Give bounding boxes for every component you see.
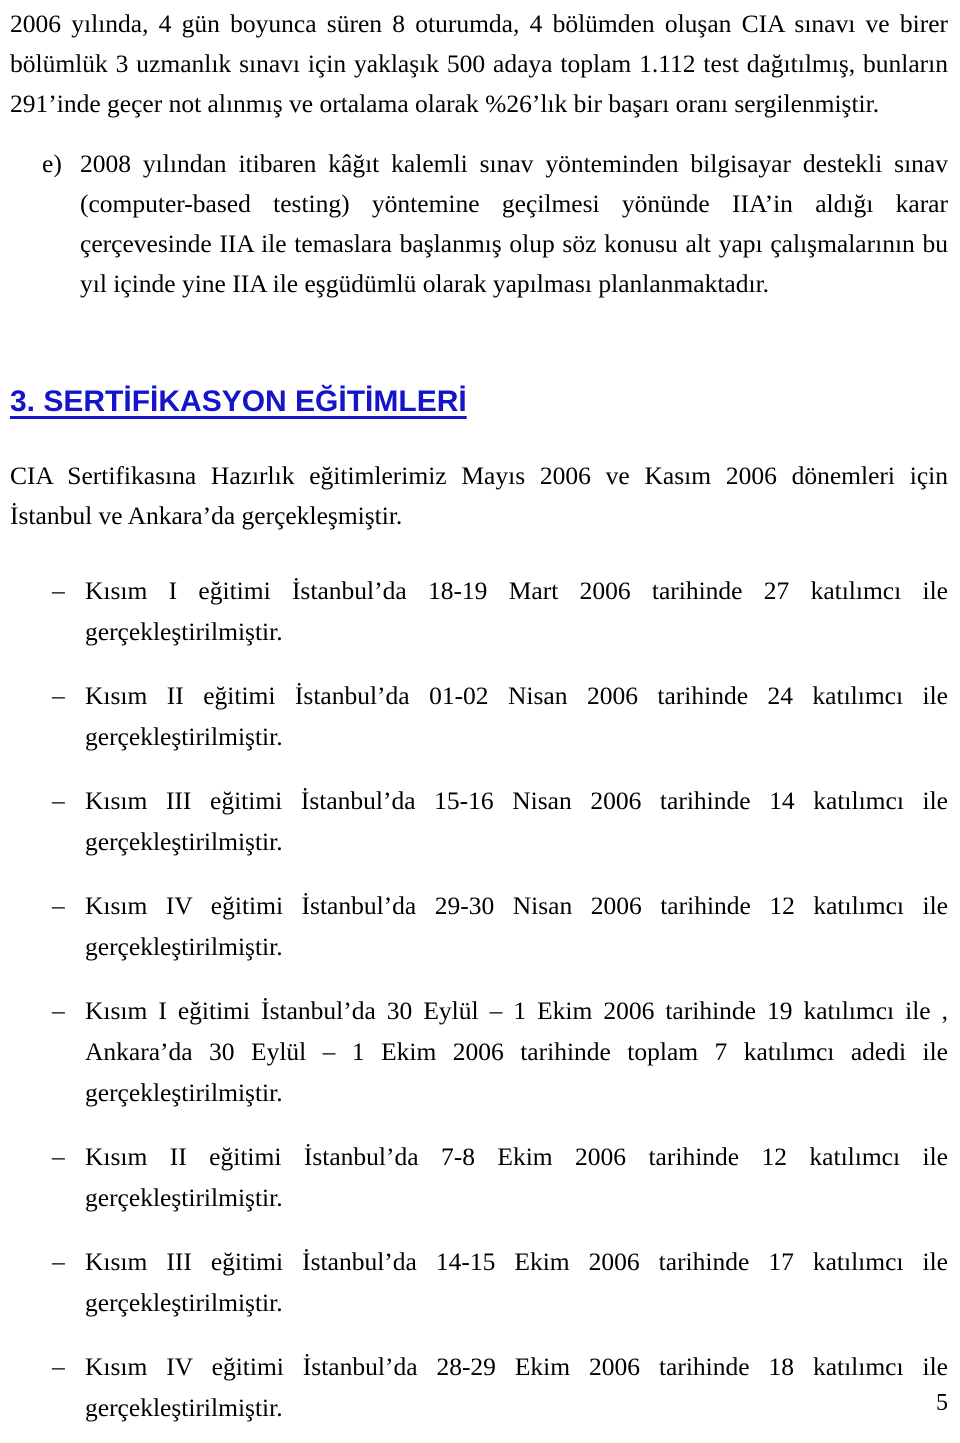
- dash-bullet-icon: –: [52, 576, 65, 605]
- list-item-text: Kısım II eğitimi İstanbul’da 7-8 Ekim 20…: [85, 1142, 948, 1212]
- list-item: – Kısım I eğitimi İstanbul’da 30 Eylül –…: [52, 990, 948, 1113]
- list-item: – Kısım I eğitimi İstanbul’da 18-19 Mart…: [52, 570, 948, 652]
- list-item-text: Kısım II eğitimi İstanbul’da 01-02 Nisan…: [85, 681, 948, 751]
- dash-bullet-icon: –: [52, 1352, 65, 1381]
- lettered-list: e) 2008 yılından itibaren kâğıt kalemli …: [10, 144, 948, 304]
- dash-bullet-icon: –: [52, 786, 65, 815]
- list-item-text: Kısım IV eğitimi İstanbul’da 28-29 Ekim …: [85, 1352, 948, 1422]
- section-heading-wrapper: 3. SERTİFİKASYON EĞİTİMLERİ: [10, 382, 948, 422]
- list-marker: e): [42, 149, 62, 178]
- dash-bullet-icon: –: [52, 681, 65, 710]
- dash-bullet-icon: –: [52, 996, 65, 1025]
- section-lead-paragraph: CIA Sertifikasına Hazırlık eğitimlerimiz…: [10, 461, 948, 530]
- lettered-item-text: 2008 yılından itibaren kâğıt kalemli sın…: [80, 149, 948, 298]
- list-item: – Kısım IV eğitimi İstanbul’da 28-29 Eki…: [52, 1346, 948, 1428]
- section-heading: 3. SERTİFİKASYON EĞİTİMLERİ: [10, 385, 467, 418]
- list-item-text: Kısım III eğitimi İstanbul’da 14-15 Ekim…: [85, 1247, 948, 1317]
- list-item: – Kısım III eğitimi İstanbul’da 15-16 Ni…: [52, 780, 948, 862]
- document-page: 2006 yılında, 4 gün boyunca süren 8 otur…: [0, 0, 960, 1443]
- dash-bullet-icon: –: [52, 1247, 65, 1276]
- list-item-text: Kısım III eğitimi İstanbul’da 15-16 Nisa…: [85, 786, 948, 856]
- list-item-text: Kısım I eğitimi İstanbul’da 30 Eylül – 1…: [85, 996, 948, 1107]
- dash-bullet-icon: –: [52, 891, 65, 920]
- intro-paragraph: 2006 yılında, 4 gün boyunca süren 8 otur…: [10, 9, 948, 118]
- training-list: – Kısım I eğitimi İstanbul’da 18-19 Mart…: [10, 570, 948, 1428]
- list-item: – Kısım II eğitimi İstanbul’da 01-02 Nis…: [52, 675, 948, 757]
- page-content: 2006 yılında, 4 gün boyunca süren 8 otur…: [10, 0, 948, 1443]
- list-item: – Kısım II eğitimi İstanbul’da 7-8 Ekim …: [52, 1136, 948, 1218]
- list-item: – Kısım IV eğitimi İstanbul’da 29-30 Nis…: [52, 885, 948, 967]
- page-number: 5: [936, 1390, 948, 1416]
- list-item-text: Kısım IV eğitimi İstanbul’da 29-30 Nisan…: [85, 891, 948, 961]
- list-item: – Kısım III eğitimi İstanbul’da 14-15 Ek…: [52, 1241, 948, 1323]
- lettered-item-e: e) 2008 yılından itibaren kâğıt kalemli …: [42, 144, 948, 304]
- list-item-text: Kısım I eğitimi İstanbul’da 18-19 Mart 2…: [85, 576, 948, 646]
- dash-bullet-icon: –: [52, 1142, 65, 1171]
